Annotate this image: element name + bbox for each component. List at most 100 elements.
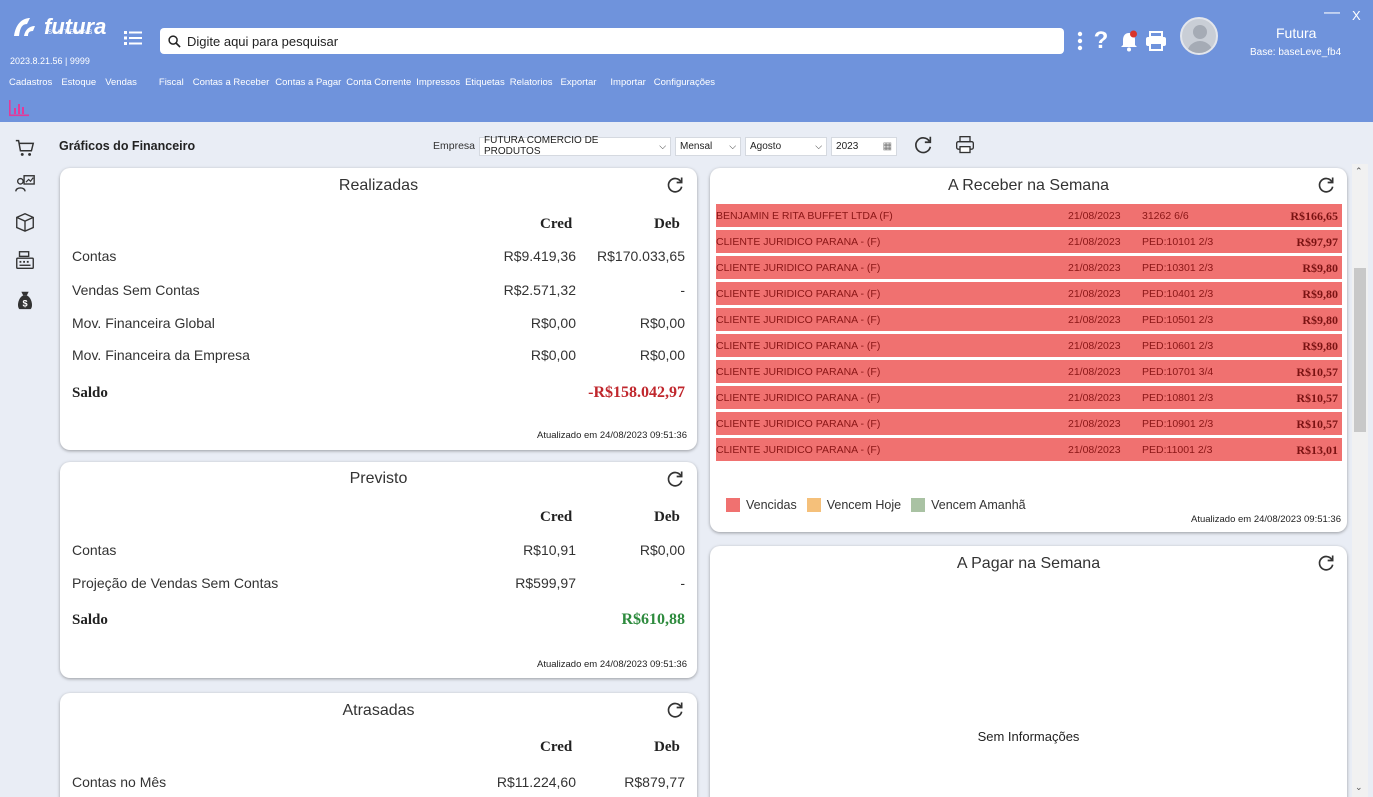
printer-icon[interactable] <box>953 133 977 157</box>
saldo-value: R$610,88 <box>621 611 685 628</box>
user-chart-icon[interactable] <box>13 172 37 196</box>
amount: R$9,80 <box>1302 313 1338 327</box>
refresh-icon[interactable] <box>665 469 685 489</box>
refresh-icon[interactable] <box>911 133 935 157</box>
refresh-icon[interactable] <box>1316 175 1336 195</box>
due-date: 21/08/2023 <box>1068 366 1121 378</box>
empresa-select-value: FUTURA COMERCIO DE PRODUTOS <box>484 135 599 157</box>
chevron-down-icon: ⌵ <box>729 140 737 151</box>
empresa-select[interactable]: FUTURA COMERCIO DE PRODUTOS ⌵ <box>479 135 672 157</box>
cart-icon[interactable] <box>13 136 37 160</box>
document: PED:10401 2/3 <box>1142 288 1214 300</box>
printer-icon[interactable] <box>1145 28 1167 54</box>
more-vertical-icon[interactable] <box>1069 28 1091 54</box>
document: PED:10101 2/3 <box>1142 236 1214 248</box>
search-icon <box>168 34 181 48</box>
calendar-icon[interactable]: ▦ <box>877 141 892 152</box>
minimize-icon[interactable]: — <box>1324 4 1340 22</box>
receivable-row[interactable]: CLIENTE JURIDICO PARANA - (F) 21/08/2023 P… <box>716 282 1342 305</box>
user-avatar[interactable] <box>1180 17 1218 55</box>
menu-item-exportar[interactable]: Exportar <box>560 77 596 88</box>
amount: R$10,57 <box>1296 417 1338 431</box>
search-bar[interactable] <box>160 28 1064 54</box>
vertical-scrollbar[interactable]: ⌃ ⌄ <box>1352 164 1368 797</box>
receber-card: A Receber na Semana BENJAMIN E RITA BUFF… <box>710 168 1347 532</box>
menu-item-vendas[interactable]: Vendas <box>105 77 137 88</box>
menu-item-contas-receber[interactable]: Contas a Receber <box>193 77 270 88</box>
period-select[interactable]: Mensal ⌵ <box>675 136 742 156</box>
year-input[interactable]: 2023 ▦ <box>831 136 898 156</box>
search-input[interactable] <box>187 33 1047 49</box>
scroll-down-icon[interactable]: ⌄ <box>1355 782 1363 793</box>
document: PED:10501 2/3 <box>1142 314 1214 326</box>
menu-item-estoque[interactable]: Estoque <box>61 77 96 88</box>
menu-item-configuracoes[interactable]: Configurações <box>654 77 715 88</box>
refresh-icon[interactable] <box>1316 553 1336 573</box>
help-icon[interactable]: ? <box>1090 27 1112 54</box>
saldo-label: Saldo <box>72 385 108 401</box>
receivable-row[interactable]: CLIENTE JURIDICO PARANA - (F) 21/08/2023 P… <box>716 438 1342 461</box>
futura-logo: futura <box>10 10 106 44</box>
row-label: Vendas Sem Contas <box>72 282 200 298</box>
money-bag-icon[interactable]: $ <box>13 288 37 312</box>
cash-register-icon[interactable] <box>13 248 37 272</box>
amount: R$97,97 <box>1296 235 1338 249</box>
cred-header: Cred <box>540 509 573 525</box>
receivable-row[interactable]: CLIENTE JURIDICO PARANA - (F) 21/08/2023 P… <box>716 360 1342 383</box>
receivable-row[interactable]: CLIENTE JURIDICO PARANA - (F) 21/08/2023 P… <box>716 334 1342 357</box>
chart-tab-icon[interactable] <box>8 98 30 118</box>
menu-item-contas-pagar[interactable]: Contas a Pagar <box>275 77 341 88</box>
amount: R$9,80 <box>1302 261 1338 275</box>
menu-list-icon[interactable] <box>123 28 143 48</box>
scroll-up-icon[interactable]: ⌃ <box>1355 166 1363 177</box>
previsto-card: Previsto Cred Deb Contas R$10,91 R$0,00 … <box>60 462 697 678</box>
legend-swatch-vencem-amanha <box>911 498 926 512</box>
due-date: 21/08/2023 <box>1068 314 1121 326</box>
menu-item-importar[interactable]: Importar <box>610 77 645 88</box>
client-name: CLIENTE JURIDICO PARANA - (F) <box>716 262 881 274</box>
futura-logo-icon <box>10 12 40 42</box>
row-label: Contas <box>72 542 117 558</box>
menu-item-conta-corrente[interactable]: Conta Corrente <box>346 77 411 88</box>
menu-item-etiquetas[interactable]: Etiquetas <box>465 77 505 88</box>
refresh-icon[interactable] <box>665 175 685 195</box>
receivable-row[interactable]: CLIENTE JURIDICO PARANA - (F) 21/08/2023 P… <box>716 412 1342 435</box>
legend-label: Vencem Amanhã <box>931 498 1026 512</box>
receivable-row[interactable]: CLIENTE JURIDICO PARANA - (F) 21/08/2023 P… <box>716 386 1342 409</box>
updated-timestamp: Atualizado em 24/08/2023 09:51:36 <box>536 430 687 441</box>
menu-item-impressos[interactable]: Impressos <box>416 77 460 88</box>
row-label: Mov. Financeira da Empresa <box>72 347 250 363</box>
receivable-row[interactable]: CLIENTE JURIDICO PARANA - (F) 21/08/2023 P… <box>716 230 1342 253</box>
document: PED:10601 2/3 <box>1142 340 1214 352</box>
menu-item-cadastros[interactable]: Cadastros <box>9 77 52 88</box>
scrollbar-thumb[interactable] <box>1354 268 1366 432</box>
updated-timestamp: Atualizado em 24/08/2023 09:51:36 <box>1190 514 1341 525</box>
card-title: A Pagar na Semana <box>956 555 1101 572</box>
cred-header: Cred <box>540 739 573 755</box>
app-header: futura SISTEMAS 2023.8.21.56 | 9999 ? Fu… <box>0 0 1373 122</box>
card-title: Atrasadas <box>342 702 415 719</box>
deb-value: R$0,00 <box>639 315 685 331</box>
card-title: Realizadas <box>338 177 419 194</box>
month-select[interactable]: Agosto ⌵ <box>745 136 828 156</box>
box-icon[interactable] <box>13 210 37 234</box>
due-date: 21/08/2023 <box>1068 262 1121 274</box>
legend-swatch-vencem-hoje <box>806 498 821 512</box>
receivable-row[interactable]: CLIENTE JURIDICO PARANA - (F) 21/08/2023 P… <box>716 308 1342 331</box>
menu-item-relatorios[interactable]: Relatorios <box>510 77 553 88</box>
menu-item-fiscal[interactable]: Fiscal <box>159 77 184 88</box>
cred-value: R$0,00 <box>530 315 576 331</box>
updated-timestamp: Atualizado em 24/08/2023 09:51:36 <box>536 659 687 670</box>
document: PED:10901 2/3 <box>1142 418 1214 430</box>
cred-value: R$10,91 <box>523 542 576 558</box>
client-name: CLIENTE JURIDICO PARANA - (F) <box>716 236 881 248</box>
close-icon[interactable]: X <box>1352 8 1361 23</box>
empresa-label: Empresa <box>433 140 476 152</box>
receivable-row[interactable]: CLIENTE JURIDICO PARANA - (F) 21/08/2023 P… <box>716 256 1342 279</box>
pagar-card: A Pagar na Semana Sem Informações <box>710 546 1347 797</box>
refresh-icon[interactable] <box>665 700 685 720</box>
receivable-row[interactable]: BENJAMIN E RITA BUFFET LTDA (F) 21/08/202… <box>716 204 1342 227</box>
card-title: Previsto <box>349 470 408 487</box>
due-date: 21/08/2023 <box>1068 288 1121 300</box>
notification-bell-icon[interactable] <box>1118 28 1140 54</box>
